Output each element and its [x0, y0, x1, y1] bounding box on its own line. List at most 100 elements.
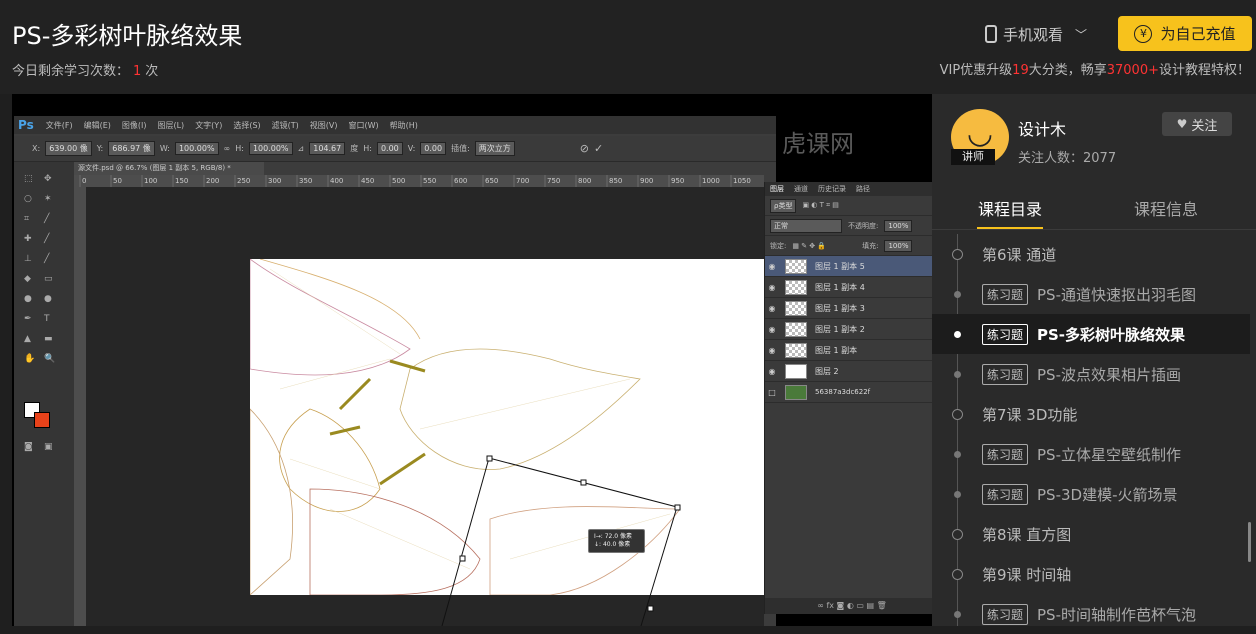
tab-catalog[interactable]: 课程目录 [978, 196, 1042, 220]
tab-paths[interactable]: 路径 [856, 184, 870, 194]
transform-handle [486, 455, 493, 462]
eye-hidden-icon[interactable]: □ [765, 388, 779, 397]
link-icon[interactable]: ∞ [224, 144, 231, 153]
lasso-tool-icon[interactable]: ○ [24, 194, 34, 204]
background-color[interactable] [34, 412, 50, 428]
tab-history[interactable]: 历史记录 [818, 184, 846, 194]
magic-wand-icon[interactable]: ✶ [44, 194, 54, 204]
ps-menu-filter[interactable]: 滤镜(T) [272, 120, 299, 131]
eye-icon[interactable]: ◉ [765, 262, 779, 271]
layer-row[interactable]: ◉ 图层 1 副本 5 [765, 256, 932, 277]
ps-menu-view[interactable]: 视图(V) [310, 120, 338, 131]
ps-menu-edit[interactable]: 编辑(E) [84, 120, 111, 131]
exercise-item[interactable]: 练习题 PS-通道快速抠出羽毛图 [932, 274, 1250, 314]
mobile-view-button[interactable]: 手机观看 ﹀ [985, 22, 1087, 46]
dodge-tool-icon[interactable]: ● [44, 294, 54, 304]
document-tab[interactable]: 源文件.psd @ 66.7% (图层 1 副本 5, RGB/8) * [74, 162, 264, 175]
crop-tool-icon[interactable]: ⌗ [24, 214, 34, 224]
h-field[interactable]: 100.00% [248, 142, 293, 155]
healing-tool-icon[interactable]: ✚ [24, 234, 34, 244]
page-title: PS-多彩树叶脉络效果 [12, 22, 243, 50]
layer-row[interactable]: ◉ 图层 1 副本 [765, 340, 932, 361]
y-field[interactable]: 686.97 像 [108, 141, 155, 156]
screen-mode-icon[interactable]: ▣ [44, 442, 54, 452]
interp-select[interactable]: 两次立方 [474, 141, 515, 156]
lesson-item[interactable]: 第7课 3D功能 [932, 394, 1250, 434]
exercise-item[interactable]: 练习题 PS-多彩树叶脉络效果 [932, 314, 1250, 354]
blur-tool-icon[interactable]: ● [24, 294, 34, 304]
vip-promo[interactable]: VIP优惠升级19大分类，畅享37000+设计教程特权！ [940, 59, 1250, 78]
eye-icon[interactable]: ◉ [765, 346, 779, 355]
hskew-field[interactable]: 0.00 [376, 142, 403, 155]
lesson-item[interactable]: 第8课 直方图 [932, 514, 1250, 554]
exercise-item[interactable]: 练习题 PS-立体星空壁纸制作 [932, 434, 1250, 474]
layer-row[interactable]: □ 56387a3dc622f [765, 382, 932, 403]
move-tool-icon[interactable]: ✥ [44, 174, 54, 184]
gradient-tool-icon[interactable]: ▭ [44, 274, 54, 284]
hand-tool-icon[interactable]: ✋ [24, 354, 35, 364]
type-tool-icon[interactable]: T [44, 314, 54, 324]
history-brush-icon[interactable]: ╱ [44, 254, 54, 264]
layer-row[interactable]: ◉ 图层 1 副本 4 [765, 277, 932, 298]
exercise-item[interactable]: 练习题 PS-3D建模-火箭场景 [932, 474, 1250, 514]
w-field[interactable]: 100.00% [174, 142, 219, 155]
ps-menu-type[interactable]: 文字(Y) [195, 120, 222, 131]
eye-icon[interactable]: ◉ [765, 367, 779, 376]
eye-icon[interactable]: ◉ [765, 283, 779, 292]
eraser-tool-icon[interactable]: ◆ [24, 274, 34, 284]
cancel-transform-icon[interactable]: ⊘ [580, 142, 589, 155]
lock-icons[interactable]: ▦ ✎ ✥ 🔒 [792, 242, 826, 250]
fill-field[interactable]: 100% [884, 239, 913, 252]
path-select-icon[interactable]: ▲ [24, 334, 34, 344]
layer-kind-select[interactable]: ρ类型 [770, 198, 797, 213]
ps-menubar: Ps 文件(F) 编辑(E) 图像(I) 图层(L) 文字(Y) 选择(S) 滤… [14, 116, 776, 134]
canvas-area[interactable]: I→: 72.0 像素 ↓: 40.0 像素 [86, 187, 770, 626]
x-field[interactable]: 639.00 像 [45, 141, 92, 156]
follow-button[interactable]: ♥ 关注 [1162, 112, 1232, 136]
tab-layers[interactable]: 图层 [770, 184, 784, 194]
marquee-tool-icon[interactable]: ⬚ [24, 174, 34, 184]
vskew-field[interactable]: 0.00 [420, 142, 447, 155]
layer-row[interactable]: ◉ 图层 1 副本 2 [765, 319, 932, 340]
pen-tool-icon[interactable]: ✒ [24, 314, 34, 324]
ps-menu-select[interactable]: 选择(S) [233, 120, 260, 131]
recharge-button[interactable]: ¥ 为自己充值 [1118, 16, 1252, 51]
zoom-tool-icon[interactable]: 🔍 [44, 354, 55, 364]
commit-transform-icon[interactable]: ✓ [594, 142, 603, 155]
layer-row[interactable]: ◉ 图层 2 [765, 361, 932, 382]
eye-icon[interactable]: ◉ [765, 304, 779, 313]
tab-channels[interactable]: 通道 [794, 184, 808, 194]
layer-filter-icons[interactable]: ▣ ◐ T ⌗ ▤ [802, 201, 838, 210]
stamp-tool-icon[interactable]: ⊥ [24, 254, 34, 264]
shape-tool-icon[interactable]: ▬ [44, 334, 54, 344]
exercise-item[interactable]: 练习题 PS-波点效果相片插画 [932, 354, 1250, 394]
lesson-item[interactable]: 第9课 时间轴 [932, 554, 1250, 594]
eye-icon[interactable]: ◉ [765, 325, 779, 334]
quick-mask-icon[interactable]: ◙ [24, 442, 34, 452]
ps-menu-layer[interactable]: 图层(L) [157, 120, 184, 131]
ruler-label: 600 [454, 177, 467, 185]
video-player[interactable]: Ps 文件(F) 编辑(E) 图像(I) 图层(L) 文字(Y) 选择(S) 滤… [12, 94, 932, 626]
lesson-title: 第6课 通道 [982, 245, 1057, 264]
lesson-item[interactable]: 第6课 通道 [932, 234, 1250, 274]
layer-row[interactable]: ◉ 图层 1 副本 3 [765, 298, 932, 319]
lock-label: 锁定: [770, 241, 787, 250]
ps-menu-window[interactable]: 窗口(W) [349, 120, 379, 131]
ps-menu-image[interactable]: 图像(I) [122, 120, 147, 131]
angle-field[interactable]: 104.67 [309, 142, 346, 155]
layer-thumbnail [785, 363, 807, 379]
ruler-label: 1050 [733, 177, 751, 185]
opacity-field[interactable]: 100% [884, 219, 913, 232]
blend-mode-select[interactable]: 正常 [770, 218, 842, 233]
tab-course-info[interactable]: 课程信息 [1134, 196, 1198, 220]
layer-actions[interactable]: ∞ fx ◙ ◐ ▭ ▤ 🗑 [765, 598, 932, 614]
transform-box[interactable] [86, 187, 764, 626]
exercise-item[interactable]: 练习题 PS-时间轴制作芭杯气泡 [932, 594, 1250, 634]
eyedropper-icon[interactable]: ╱ [44, 214, 54, 224]
ps-menu-file[interactable]: 文件(F) [46, 120, 73, 131]
timeline-dot [954, 370, 961, 378]
scrollbar[interactable] [1248, 522, 1251, 562]
brush-tool-icon[interactable]: ╱ [44, 234, 54, 244]
ps-menu-help[interactable]: 帮助(H) [390, 120, 418, 131]
author-name[interactable]: 设计木 [1018, 116, 1066, 140]
